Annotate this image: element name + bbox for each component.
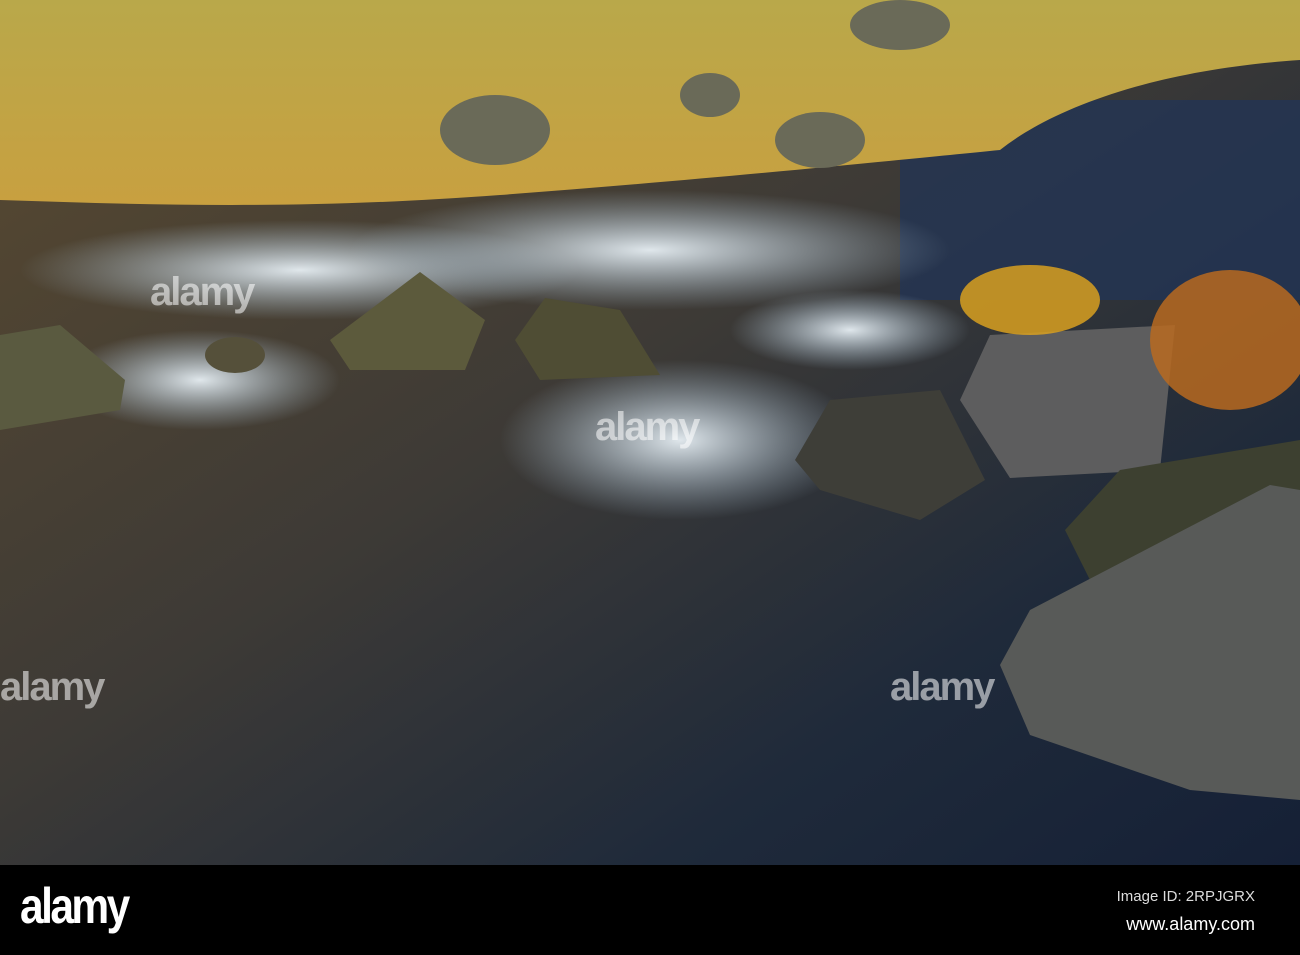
watermark: alamy xyxy=(0,665,105,709)
watermark: alamy xyxy=(890,665,995,709)
stock-photo-page: alamy alamy alamy alamy alamy Image ID: … xyxy=(0,0,1300,955)
site-url: www.alamy.com xyxy=(1126,914,1255,934)
watermark: alamy xyxy=(595,405,700,449)
watermark: alamy xyxy=(150,270,255,314)
alamy-logo: alamy xyxy=(20,878,130,934)
footer-bar: alamy Image ID: 2RPJGRX www.alamy.com xyxy=(0,865,1300,955)
image-id: Image ID: 2RPJGRX xyxy=(1116,888,1255,905)
